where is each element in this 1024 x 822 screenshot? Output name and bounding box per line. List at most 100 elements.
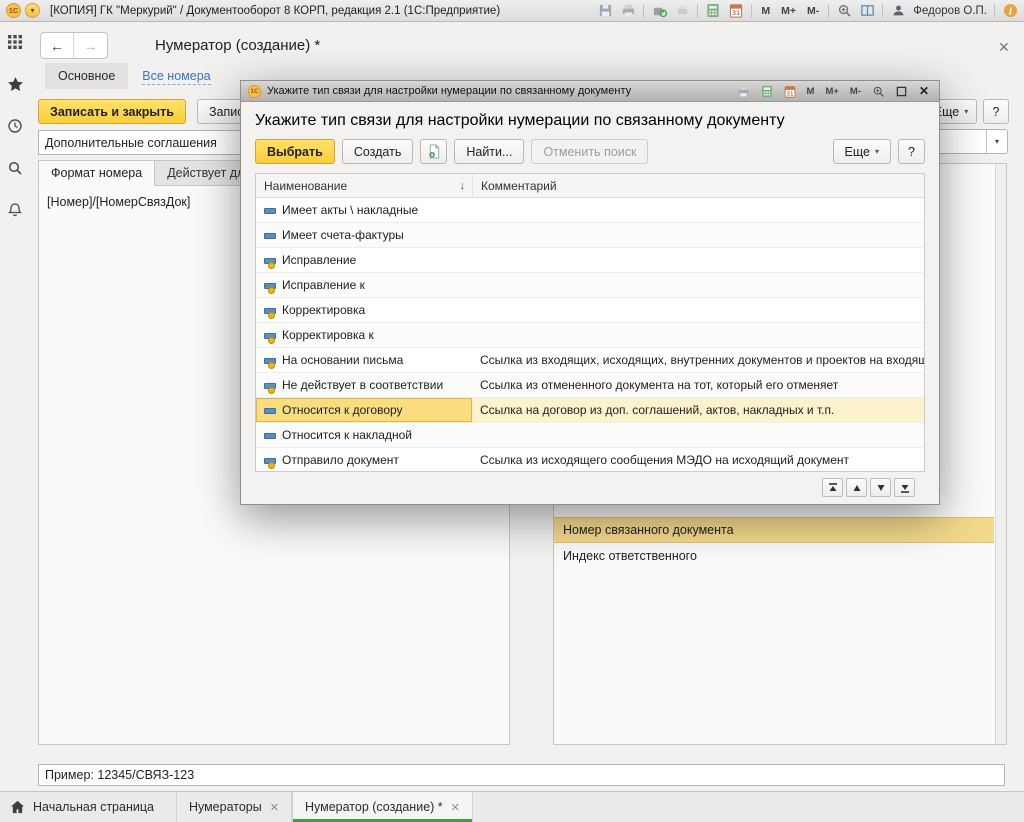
format-tabs: Формат номера Действует для — [38, 160, 264, 186]
zoom-icon[interactable] — [870, 83, 886, 99]
save-and-close-button[interactable]: Записать и закрыть — [38, 99, 186, 124]
history-clock-icon[interactable] — [6, 117, 24, 135]
calendar-icon[interactable]: 31 — [782, 83, 798, 99]
memory-m-button[interactable]: M — [759, 5, 772, 17]
link-type-icon — [263, 255, 275, 265]
link-type-icon — [263, 405, 275, 415]
zoom-icon[interactable] — [836, 3, 852, 19]
go-down-button[interactable] — [870, 478, 891, 497]
tab-osnovnoe[interactable]: Основное — [45, 63, 128, 89]
go-first-button[interactable] — [822, 478, 843, 497]
app-title: [КОПИЯ] ГК "Меркурий" / Документооборот … — [50, 5, 500, 17]
create-by-copy-button[interactable] — [420, 139, 447, 164]
svg-text:31: 31 — [732, 9, 740, 17]
link-type-name: Имеет акты \ накладные — [282, 203, 418, 217]
toolbar-separator — [751, 4, 752, 18]
link-type-row[interactable]: Исправление — [256, 248, 924, 273]
dialog-titlebar[interactable]: 1С Укажите тип связи для настройки нумер… — [241, 81, 939, 102]
form-nav-tabs: Основное Все номера — [45, 63, 211, 89]
column-name-label: Наименование — [264, 179, 347, 193]
memory-m-plus-button[interactable]: M+ — [779, 5, 798, 17]
column-comment[interactable]: Комментарий — [472, 174, 924, 197]
link-type-comment: Ссылка на договор из доп. соглашений, ак… — [472, 398, 924, 422]
form-combo-field[interactable]: ▾ — [930, 129, 1008, 154]
memory-m-minus-button[interactable]: M- — [805, 5, 821, 17]
close-icon[interactable]: ✕ — [270, 801, 279, 814]
print-icon[interactable] — [620, 3, 636, 19]
tab-numerator-sozdanie[interactable]: Нумератор (создание) * ✕ — [292, 792, 473, 822]
dialog-help-button[interactable]: ? — [898, 139, 925, 164]
home-page-tab[interactable]: Начальная страница — [0, 792, 168, 822]
favorites-star-icon[interactable] — [6, 75, 24, 93]
link-type-dialog: 1С Укажите тип связи для настройки нумер… — [240, 80, 940, 505]
link-type-row[interactable]: Исправление к — [256, 273, 924, 298]
link-type-row[interactable]: Корректировка — [256, 298, 924, 323]
link-type-row[interactable]: Корректировка к — [256, 323, 924, 348]
tab-numeratory[interactable]: Нумераторы ✕ — [176, 792, 292, 822]
close-form-icon[interactable]: ✕ — [998, 39, 1010, 56]
tab-numerator-sozdanie-label: Нумератор (создание) * — [305, 800, 443, 814]
placeholder-item[interactable]: Индекс ответственного — [554, 543, 994, 569]
calculator-icon[interactable] — [705, 3, 721, 19]
link-type-name: Не действует в соответствии — [282, 378, 443, 392]
info-icon[interactable]: i — [1002, 3, 1018, 19]
link-type-row[interactable]: Не действует в соответствииСсылка из отм… — [256, 373, 924, 398]
chevron-down-icon[interactable]: ▾ — [986, 130, 1007, 153]
save-icon[interactable] — [597, 3, 613, 19]
link-type-icon — [263, 355, 275, 365]
toolbar-separator — [994, 4, 995, 18]
go-up-button[interactable] — [846, 478, 867, 497]
scrollbar[interactable] — [995, 164, 1006, 744]
memory-m-button[interactable]: M — [805, 86, 817, 97]
print-add-icon[interactable] — [651, 3, 667, 19]
maximize-icon[interactable] — [893, 83, 909, 99]
link-type-comment: Ссылка из исходящего сообщения МЭДО на и… — [472, 448, 924, 472]
split-view-icon[interactable] — [859, 3, 875, 19]
link-type-name: Относится к договору — [282, 403, 403, 417]
link-type-row[interactable]: Относится к накладной — [256, 423, 924, 448]
forward-button[interactable]: → — [74, 33, 107, 58]
placeholder-label: Номер связанного документа — [563, 523, 734, 537]
placeholder-item[interactable]: Номер связанного документа — [554, 517, 994, 543]
form-help-button[interactable]: ? — [983, 99, 1009, 124]
link-types-table: Наименование ↓ Комментарий Имеет акты \ … — [255, 173, 925, 472]
example-field: Пример: 12345/СВЯЗ-123 — [38, 764, 1005, 786]
close-icon[interactable]: ✕ — [451, 801, 460, 814]
select-button[interactable]: Выбрать — [255, 139, 335, 164]
notifications-bell-icon[interactable] — [6, 201, 24, 219]
find-button[interactable]: Найти... — [454, 139, 524, 164]
link-type-name: Исправление — [282, 253, 356, 267]
dialog-more-button[interactable]: Еще ▾ — [833, 139, 891, 164]
back-button[interactable]: ← — [41, 33, 74, 58]
print-icon[interactable] — [736, 83, 752, 99]
dialog-more-label: Еще — [845, 145, 870, 159]
link-type-row[interactable]: Отправило документСсылка из исходящего с… — [256, 448, 924, 472]
search-icon[interactable] — [6, 159, 24, 177]
memory-m-minus-button[interactable]: M- — [848, 86, 863, 97]
calculator-icon[interactable] — [759, 83, 775, 99]
tab-format-nomera[interactable]: Формат номера — [38, 160, 155, 186]
numerator-name-field[interactable] — [38, 130, 254, 155]
svg-text:31: 31 — [786, 91, 794, 97]
link-type-row[interactable]: Имеет акты \ накладные — [256, 198, 924, 223]
table-nav-buttons — [241, 478, 915, 497]
close-icon[interactable]: ✕ — [916, 83, 932, 99]
calendar-icon[interactable]: 31 — [728, 3, 744, 19]
print-preview-icon[interactable] — [674, 3, 690, 19]
sections-menu-icon[interactable] — [6, 33, 24, 51]
toolbar-separator — [828, 4, 829, 18]
link-type-row[interactable]: Относится к договору Ссылка на договор из… — [256, 398, 924, 423]
history-nav: ← → — [40, 32, 108, 59]
column-name[interactable]: Наименование ↓ — [256, 179, 472, 193]
tab-vse-nomera-label: Все номера — [142, 69, 210, 85]
tab-vse-nomera[interactable]: Все номера — [142, 63, 210, 89]
memory-m-plus-button[interactable]: M+ — [823, 86, 840, 97]
main-menu-button[interactable]: ▾ — [25, 3, 40, 18]
go-last-button[interactable] — [894, 478, 915, 497]
link-type-row[interactable]: Имеет счета-фактуры — [256, 223, 924, 248]
link-type-row[interactable]: На основании письмаСсылка из входящих, и… — [256, 348, 924, 373]
current-user[interactable]: Федоров О.П. — [913, 5, 987, 17]
cancel-search-button[interactable]: Отменить поиск — [531, 139, 648, 164]
link-type-comment — [472, 423, 924, 447]
create-button[interactable]: Создать — [342, 139, 414, 164]
